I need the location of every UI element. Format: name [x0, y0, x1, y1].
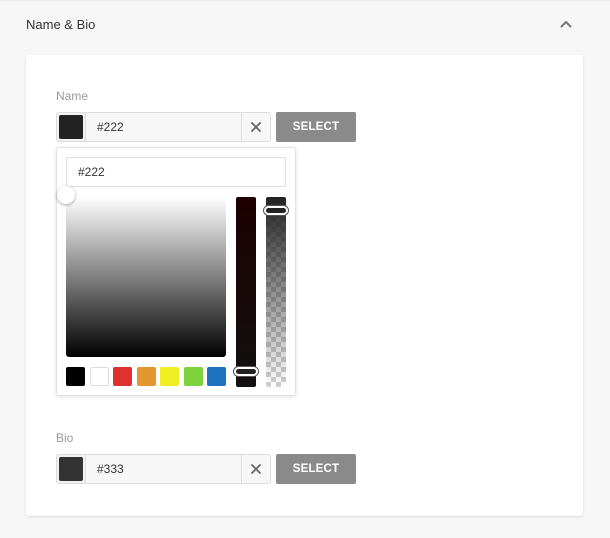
opacity-slider-handle[interactable]	[264, 206, 288, 215]
preset-swatch-blue[interactable]	[207, 367, 226, 386]
preset-swatch-red[interactable]	[113, 367, 132, 386]
name-select-button[interactable]: SELECT	[276, 112, 356, 142]
saturation-handle[interactable]	[57, 186, 75, 204]
bio-swatch-fill	[59, 457, 83, 481]
opacity-slider[interactable]	[266, 197, 286, 387]
preset-swatch-black[interactable]	[66, 367, 85, 386]
picker-hex-input[interactable]	[66, 157, 286, 187]
preset-swatch-yellow[interactable]	[160, 367, 179, 386]
saturation-area[interactable]	[66, 197, 226, 357]
name-color-swatch[interactable]	[56, 112, 86, 142]
hue-slider[interactable]	[236, 197, 256, 387]
name-swatch-fill	[59, 115, 83, 139]
preset-swatch-white[interactable]	[89, 367, 109, 386]
bio-hex-input[interactable]	[85, 454, 242, 484]
preset-swatch-orange[interactable]	[136, 367, 156, 386]
bio-label: Bio	[56, 431, 74, 445]
section-header[interactable]: Name & Bio	[0, 0, 610, 48]
preset-swatch-green[interactable]	[183, 367, 203, 386]
section-title: Name & Bio	[26, 17, 96, 32]
name-clear-button[interactable]	[241, 112, 271, 142]
name-label: Name	[56, 89, 89, 103]
bio-select-button[interactable]: SELECT	[276, 454, 356, 484]
close-icon	[251, 122, 261, 132]
close-icon	[251, 464, 261, 474]
bio-clear-button[interactable]	[241, 454, 271, 484]
chevron-up-icon[interactable]	[556, 15, 576, 33]
bio-color-swatch[interactable]	[56, 454, 86, 484]
hue-slider-handle[interactable]	[234, 367, 258, 376]
name-hex-input[interactable]	[85, 112, 242, 142]
color-picker-popover	[56, 147, 296, 396]
